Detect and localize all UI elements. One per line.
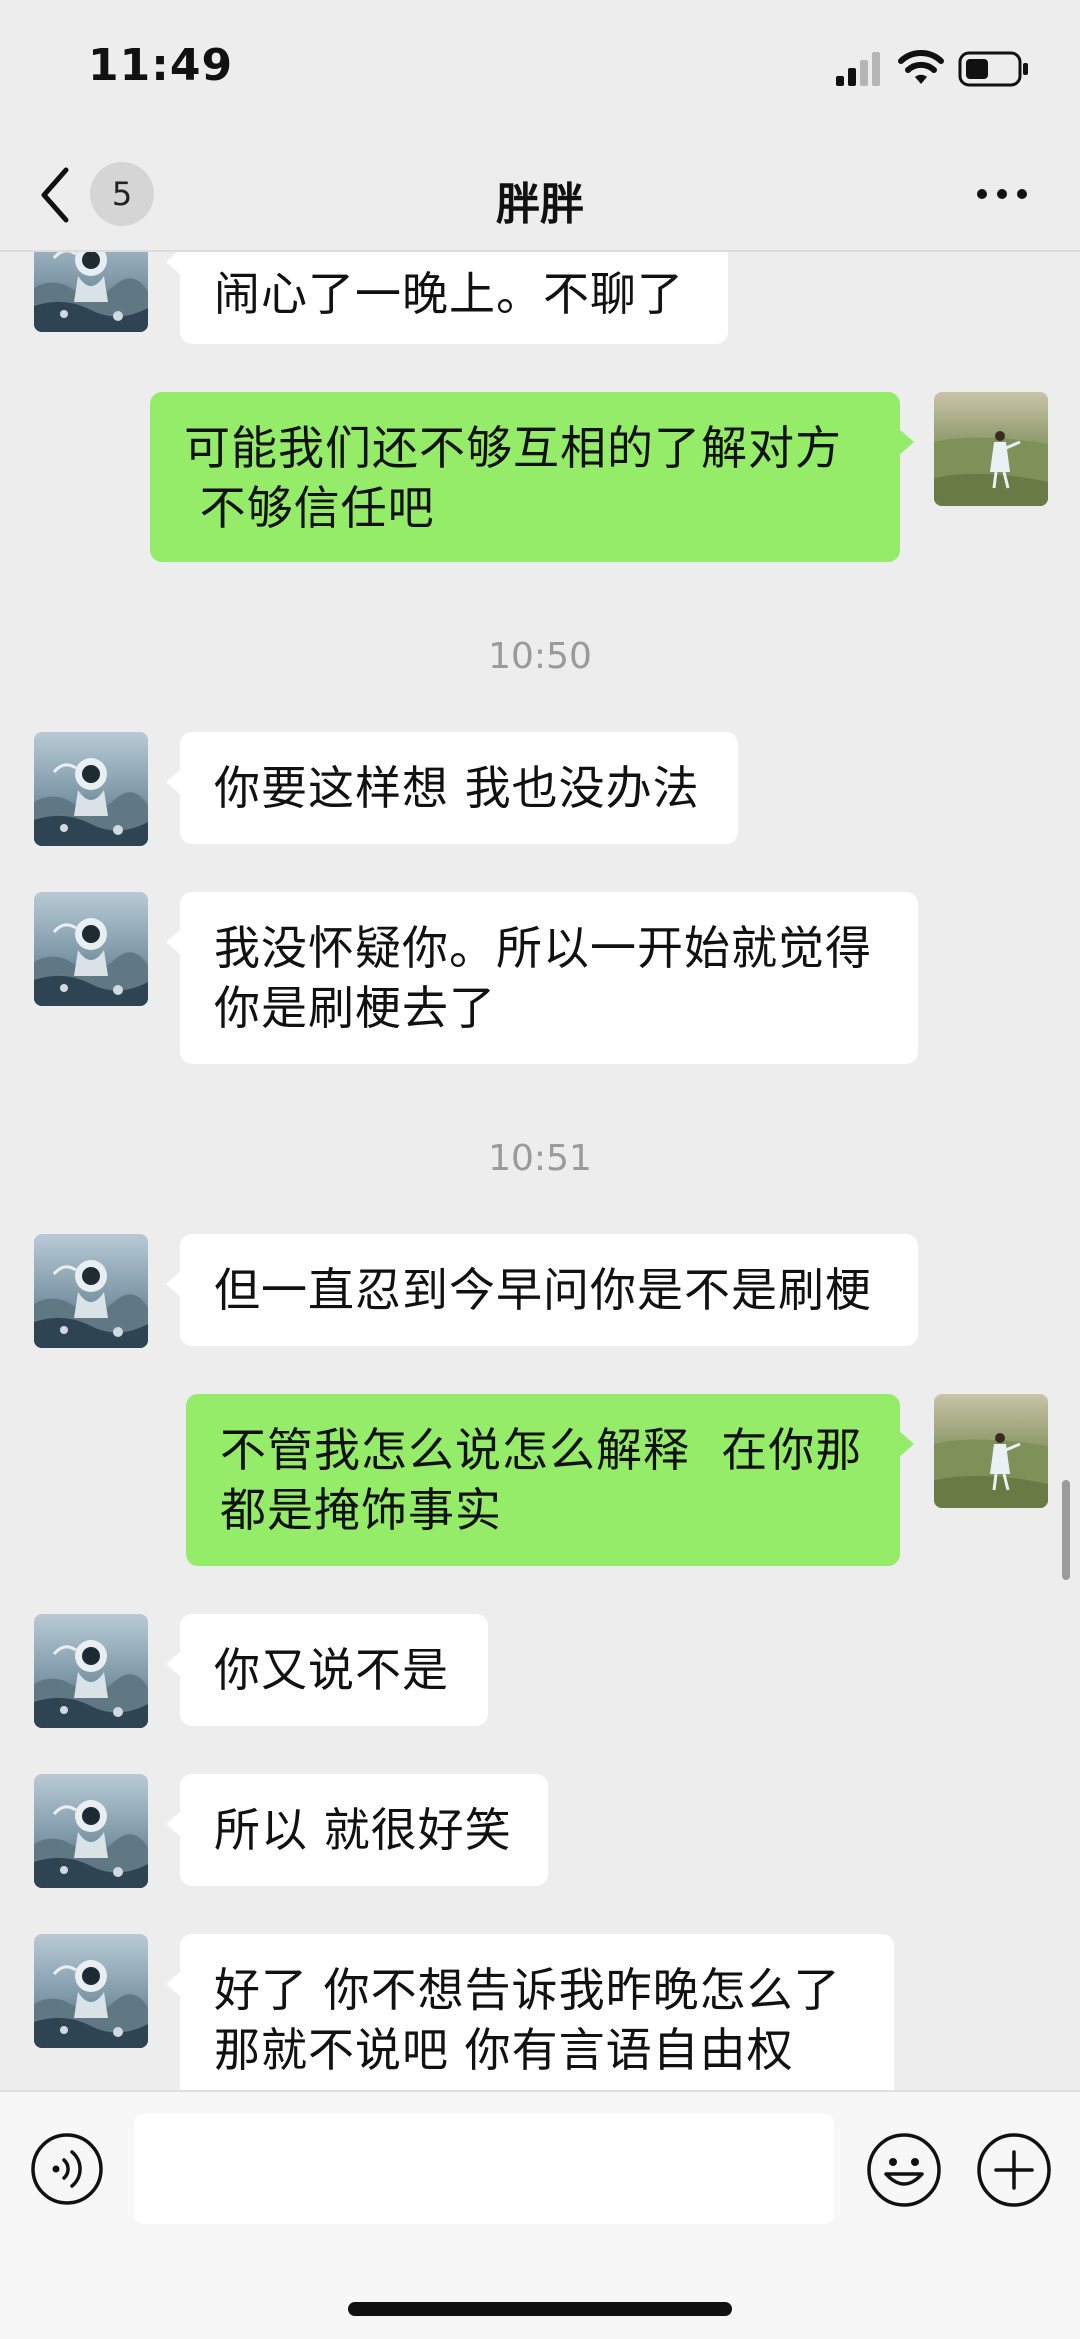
timestamp: 10:50 — [488, 636, 592, 677]
signal-icon — [836, 52, 880, 86]
message-bubble-received[interactable]: 闹心了一晚上。不聊了 — [166, 252, 728, 344]
message-bubble-received[interactable]: 所以 就很好笑 — [166, 1774, 548, 1886]
scrollbar[interactable] — [1062, 1480, 1070, 1580]
message-bubble-received[interactable]: 你又说不是 — [166, 1614, 488, 1726]
input-bar — [0, 2090, 1080, 2339]
contact-avatar[interactable] — [34, 252, 148, 332]
message-bubble-sent[interactable]: 不管我怎么说怎么解释 在你那 都是掩饰事实 — [186, 1394, 914, 1566]
more-icon[interactable] — [974, 182, 1030, 206]
battery-icon — [958, 51, 1028, 87]
wifi-icon — [898, 50, 944, 84]
my-avatar[interactable] — [934, 1394, 1048, 1508]
timestamp: 10:51 — [488, 1138, 592, 1179]
message-bubble-received[interactable]: 你要这样想 我也没办法 — [166, 732, 738, 844]
chat-header: 5 胖胖 — [0, 140, 1080, 252]
message-bubble-received[interactable]: 我没怀疑你。所以一开始就觉得 你是刷梗去了 — [166, 892, 918, 1064]
contact-avatar[interactable] — [34, 1614, 148, 1728]
message-bubble-received[interactable]: 但一直忍到今早问你是不是刷梗 — [166, 1234, 918, 1346]
contact-avatar[interactable] — [34, 1234, 148, 1348]
contact-avatar[interactable] — [34, 1934, 148, 2048]
contact-avatar[interactable] — [34, 732, 148, 846]
contact-avatar[interactable] — [34, 1774, 148, 1888]
home-indicator[interactable] — [348, 2302, 732, 2316]
message-input[interactable] — [134, 2114, 834, 2224]
contact-avatar[interactable] — [34, 892, 148, 1006]
status-time: 11:49 — [88, 40, 234, 91]
chat-title: 胖胖 — [496, 179, 584, 230]
status-bar: 11:49 — [0, 0, 1080, 140]
message-bubble-sent[interactable]: 可能我们还不够互相的了解对方 不够信任吧 — [150, 392, 914, 562]
plus-icon[interactable] — [976, 2132, 1052, 2208]
emoji-icon[interactable] — [866, 2132, 942, 2208]
voice-icon[interactable] — [30, 2132, 104, 2206]
my-avatar[interactable] — [934, 392, 1048, 506]
message-list[interactable]: 闹心了一晚上。不聊了 可能我们还不够互相的了解对方 不够信任吧 10:50 你要… — [0, 252, 1080, 2090]
message-bubble-received[interactable]: 好了 你不想告诉我昨晚怎么了 那就不说吧 你有言语自由权 — [166, 1934, 894, 2090]
